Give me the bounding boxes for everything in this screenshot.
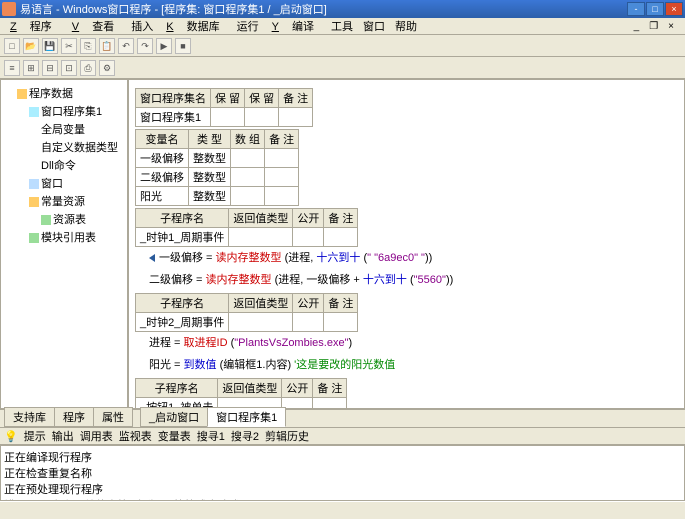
- code-line-1[interactable]: 一级偏移 = 读内存整数型 (进程, 十六到十 (" "6a9ec0" ")): [149, 249, 678, 265]
- window-title: 易语言 - Windows窗口程序 - [程序集: 窗口程序集1 / _启动窗口…: [20, 1, 627, 17]
- table-prog-set: 窗口程序集名保 留保 留备 注窗口程序集1: [135, 88, 313, 127]
- table-sub3: 子程序名返回值类型公开备 注_按钮1_被单击: [135, 378, 347, 409]
- tab-props[interactable]: 属性: [93, 407, 133, 427]
- code-editor[interactable]: 窗口程序集名保 留保 留备 注窗口程序集1 变量名类 型数 组备 注一级偏移整数…: [128, 79, 685, 409]
- output-line: 正在编译现行程序: [4, 449, 681, 465]
- maximize-button[interactable]: □: [646, 2, 664, 16]
- tab-set[interactable]: 窗口程序集1: [207, 407, 286, 427]
- tb2-4-icon[interactable]: ⊡: [61, 60, 77, 76]
- outbar-find1[interactable]: 搜寻1: [197, 428, 225, 444]
- tree-root[interactable]: 程序数据: [5, 84, 123, 102]
- code-line-4[interactable]: 阳光 = 到数值 (编辑框1.内容) '这是要改的阳光数值: [149, 356, 678, 372]
- new-icon[interactable]: □: [4, 38, 20, 54]
- mdi-restore-icon[interactable]: ❐: [646, 20, 661, 33]
- menu-k[interactable]: K 数据库: [160, 17, 229, 35]
- project-tree[interactable]: 程序数据 窗口程序集1 全局变量 自定义数据类型 Dll命令 窗口 常量资源 资…: [1, 80, 127, 250]
- menu-help[interactable]: 帮助: [392, 17, 420, 35]
- table-sub2: 子程序名返回值类型公开备 注_时钟2_周期事件: [135, 293, 358, 332]
- output-toolbar: 💡 提示 输出 调用表 监视表 变量表 搜寻1 搜寻2 剪辑历史: [0, 427, 685, 445]
- outbar-hint[interactable]: 提示: [24, 428, 46, 444]
- mdi-close-icon[interactable]: ×: [665, 20, 677, 33]
- outbar-find2[interactable]: 搜寻2: [231, 428, 259, 444]
- tree-modref[interactable]: 模块引用表: [5, 228, 123, 246]
- bottom-tabs-left: 支持库 程序 属性 _启动窗口 窗口程序集1: [0, 409, 685, 427]
- pointer-icon: [149, 254, 155, 262]
- tree-win[interactable]: 窗口: [5, 174, 123, 192]
- code-line-3[interactable]: 进程 = 取进程ID ("PlantsVsZombies.exe"): [149, 334, 678, 350]
- undo-icon[interactable]: ↶: [118, 38, 134, 54]
- menu-insert[interactable]: 插入: [128, 17, 156, 35]
- tree-dll[interactable]: Dll命令: [5, 156, 123, 174]
- tree-custom[interactable]: 自定义数据类型: [5, 138, 123, 156]
- tb2-5-icon[interactable]: ⎙: [80, 60, 96, 76]
- mdi-min-icon[interactable]: _: [631, 20, 643, 33]
- tb2-6-icon[interactable]: ⚙: [99, 60, 115, 76]
- tab-start[interactable]: _启动窗口: [140, 407, 208, 427]
- menubar: Z 程序 V 查看 插入 K 数据库 运行 Y 编译 工具 窗口 帮助 _ ❐ …: [0, 18, 685, 35]
- outbar-vars[interactable]: 变量表: [158, 428, 191, 444]
- outbar-out[interactable]: 输出: [52, 428, 74, 444]
- minimize-button[interactable]: -: [627, 2, 645, 16]
- close-button[interactable]: ×: [665, 2, 683, 16]
- code-line-2[interactable]: 二级偏移 = 读内存整数型 (进程, 一级偏移 + 十六到十 ("5560")): [149, 271, 678, 287]
- tree-restbl[interactable]: 资源表: [5, 210, 123, 228]
- output-line: 正在预处理现行程序: [4, 481, 681, 497]
- paste-icon[interactable]: 📋: [99, 38, 115, 54]
- table-sub1: 子程序名返回值类型公开备 注_时钟1_周期事件: [135, 208, 358, 247]
- run-icon[interactable]: ▶: [156, 38, 172, 54]
- main-area: 程序数据 窗口程序集1 全局变量 自定义数据类型 Dll命令 窗口 常量资源 资…: [0, 79, 685, 409]
- tab-support[interactable]: 支持库: [4, 407, 55, 427]
- menu-v[interactable]: V 查看: [66, 17, 124, 35]
- tb2-3-icon[interactable]: ⊟: [42, 60, 58, 76]
- save-icon[interactable]: 💾: [42, 38, 58, 54]
- toolbar-1: □ 📂 💾 ✂ ⎘ 📋 ↶ ↷ ▶ ■: [0, 35, 685, 57]
- copy-icon[interactable]: ⎘: [80, 38, 96, 54]
- stop-icon[interactable]: ■: [175, 38, 191, 54]
- tb2-2-icon[interactable]: ⊞: [23, 60, 39, 76]
- window-buttons: - □ ×: [627, 2, 683, 16]
- sidebar: 程序数据 窗口程序集1 全局变量 自定义数据类型 Dll命令 窗口 常量资源 资…: [0, 79, 128, 409]
- menu-y[interactable]: Y 编译: [266, 17, 324, 35]
- statusbar: [0, 501, 685, 519]
- cut-icon[interactable]: ✂: [61, 38, 77, 54]
- tree-res[interactable]: 常量资源: [5, 192, 123, 210]
- tree-global[interactable]: 全局变量: [5, 120, 123, 138]
- table-vars: 变量名类 型数 组备 注一级偏移整数型二级偏移整数型阳光整数型: [135, 129, 299, 206]
- outbar-debug[interactable]: 调用表: [80, 428, 113, 444]
- open-icon[interactable]: 📂: [23, 38, 39, 54]
- outbar-watch[interactable]: 监视表: [119, 428, 152, 444]
- hint-icon: 💡: [4, 430, 18, 443]
- app-icon: [2, 2, 16, 16]
- toolbar-2: ≡ ⊞ ⊟ ⊡ ⎙ ⚙: [0, 57, 685, 79]
- outbar-clip[interactable]: 剪辑历史: [265, 428, 309, 444]
- output-line: 正在检查重复名称: [4, 465, 681, 481]
- tree-set[interactable]: 窗口程序集1: [5, 102, 123, 120]
- tb2-1-icon[interactable]: ≡: [4, 60, 20, 76]
- titlebar: 易语言 - Windows窗口程序 - [程序集: 窗口程序集1 / _启动窗口…: [0, 0, 685, 18]
- menu-tools[interactable]: 工具: [328, 17, 356, 35]
- redo-icon[interactable]: ↷: [137, 38, 153, 54]
- menu-z[interactable]: Z 程序: [4, 17, 62, 35]
- output-panel[interactable]: 正在编译现行程序 正在检查重复名称 正在预处理现行程序 错误(14): 存在无效…: [0, 445, 685, 501]
- tab-program[interactable]: 程序: [54, 407, 94, 427]
- menu-run[interactable]: 运行: [234, 17, 262, 35]
- menu-window[interactable]: 窗口: [360, 17, 388, 35]
